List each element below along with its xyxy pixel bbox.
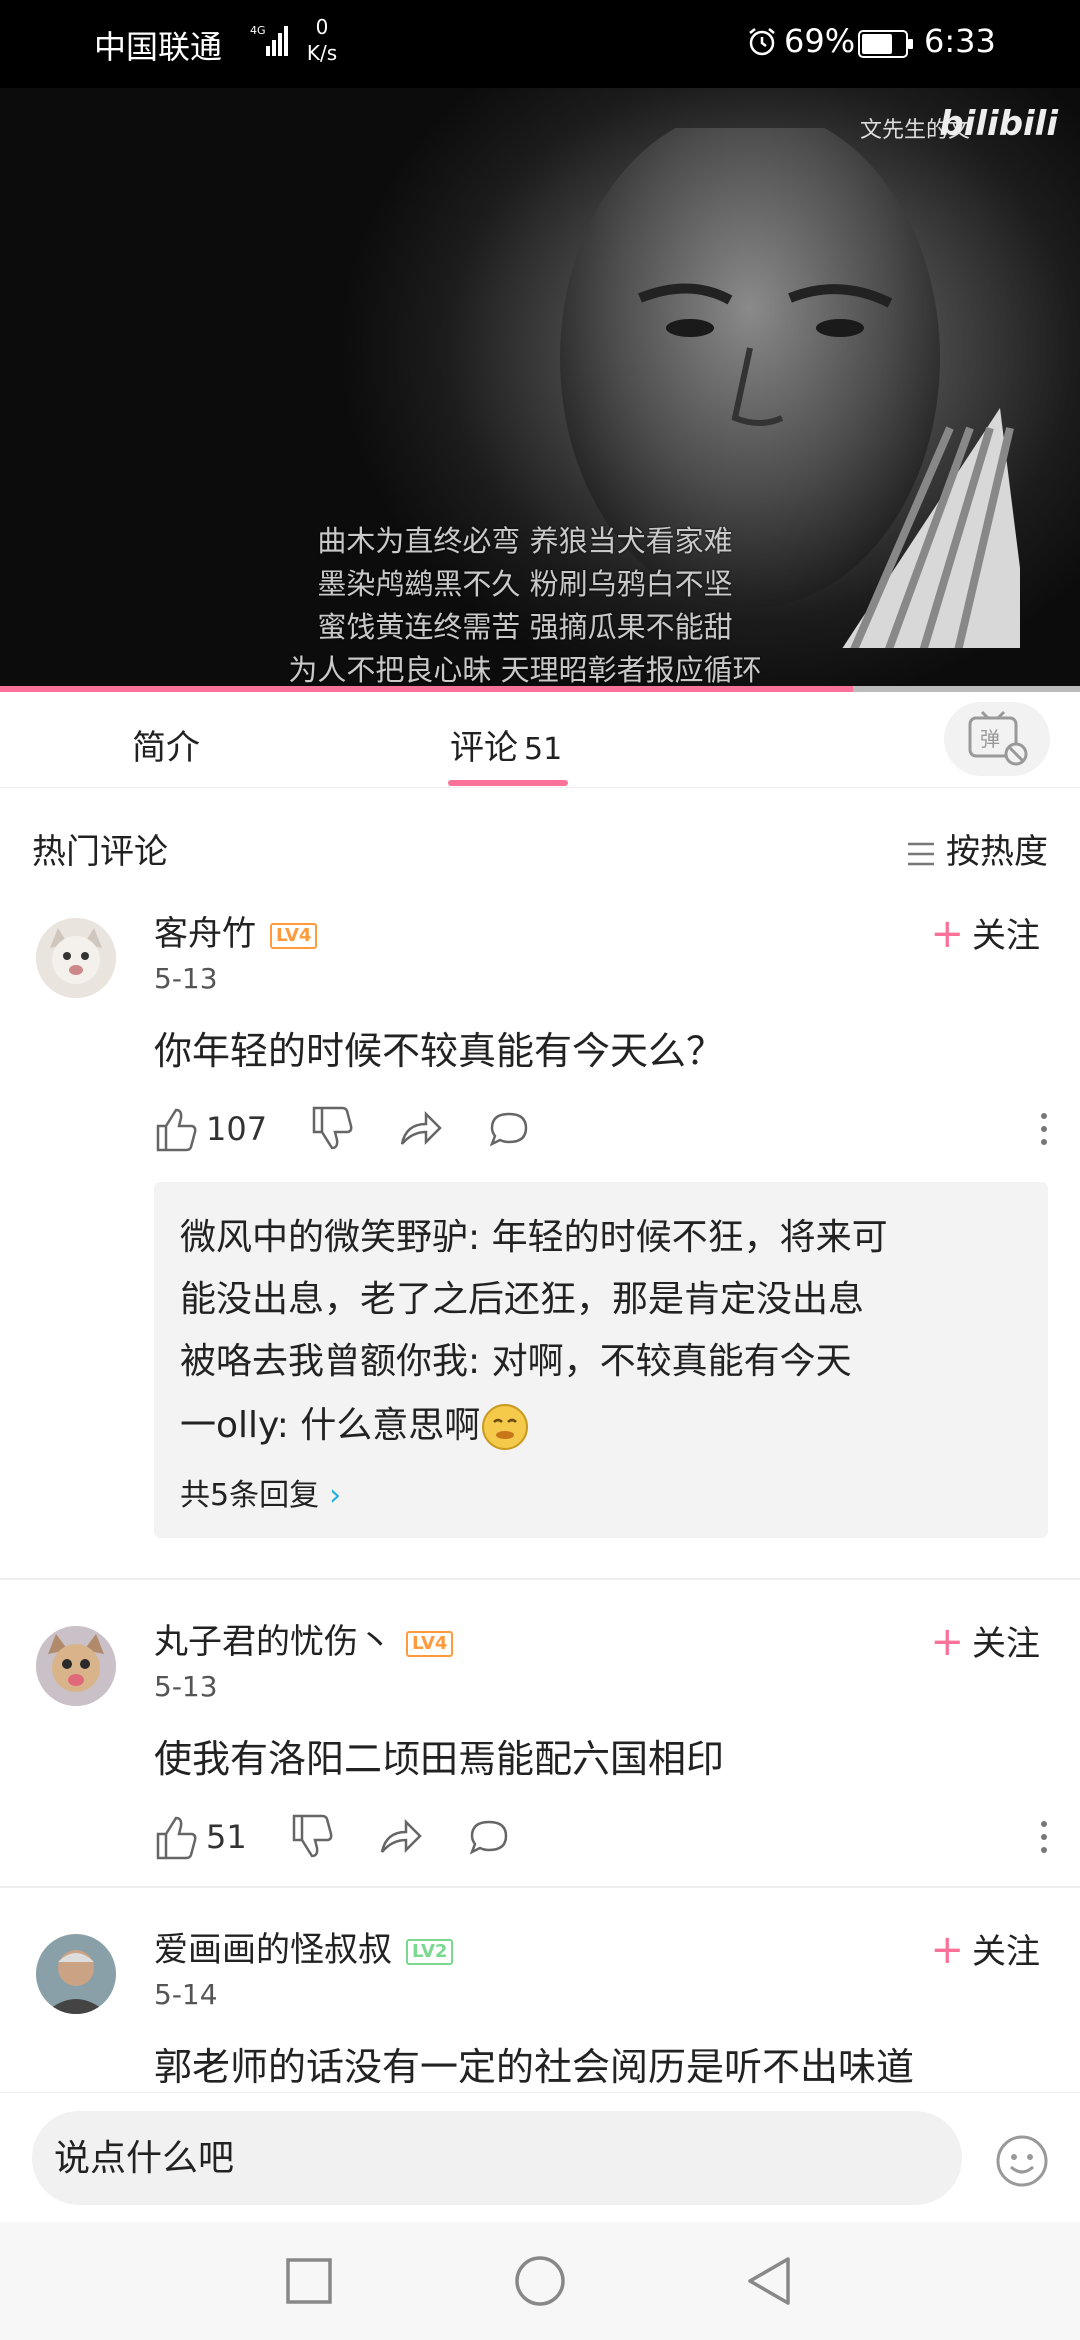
danmaku-toggle-button[interactable]: 弹 (944, 702, 1050, 776)
person-avatar-image (36, 1934, 116, 2014)
plus-icon: + (930, 911, 964, 957)
comment-username[interactable]: 丸子君的忧伤丶 LV4 (154, 1614, 454, 1663)
like-icon[interactable] (154, 1104, 198, 1154)
comment-date: 5-13 (154, 962, 218, 995)
reply-line: 微风中的微笑野驴: 年轻的时候不狂，将来可 (180, 1217, 888, 1258)
more-options-icon[interactable] (1034, 1104, 1054, 1154)
comment-text: 你年轻的时候不较真能有今天么？ (154, 1029, 725, 1073)
dislike-icon[interactable] (290, 1812, 334, 1862)
comment-item: 丸子君的忧伤丶 LV4 5-13 + 关注 使我有洛阳二顷田焉能配六国相印 51 (0, 1604, 1080, 1884)
sort-by-hot-button[interactable]: 按热度 (906, 824, 1048, 873)
sort-label: 按热度 (946, 832, 1048, 872)
avatar[interactable] (36, 1626, 116, 1706)
plus-icon: + (930, 1619, 964, 1665)
doge-emoji-icon (482, 1404, 529, 1450)
like-count: 107 (206, 1110, 268, 1148)
recents-square-icon[interactable] (282, 2254, 336, 2308)
subtitle-line: 曲木为直终必弯 养狼当犬看家难 (317, 524, 733, 558)
reply-icon[interactable] (486, 1104, 532, 1154)
cat-avatar-image (36, 918, 116, 998)
comment-username[interactable]: 客舟竹 LV4 (154, 906, 318, 955)
view-all-replies-link[interactable]: 共5条回复 › (180, 1470, 341, 1514)
comments-count: 51 (524, 732, 563, 767)
chevron-right-icon: › (329, 1478, 342, 1513)
tab-intro[interactable]: 简介 (132, 720, 200, 769)
reply-line: 被咯去我曾额你我: 对啊，不较真能有今天 (180, 1341, 852, 1382)
emoji-icon[interactable] (994, 2133, 1050, 2189)
follow-button[interactable]: + 关注 (930, 1616, 1040, 1665)
share-icon[interactable] (378, 1812, 424, 1862)
clock: 6:33 (924, 22, 996, 60)
plus-icon: + (930, 1927, 964, 1973)
tab-comments[interactable]: 评论 51 (450, 720, 562, 769)
cat-avatar-image (36, 1626, 116, 1706)
subtitle-line: 蜜饯黄连终需苦 强摘瓜果不能甜 (317, 610, 733, 644)
avatar[interactable] (36, 1934, 116, 2014)
comment-input-bar (0, 2092, 1080, 2222)
reply-icon[interactable] (466, 1812, 512, 1862)
video-subtitles: 曲木为直终必弯 养狼当犬看家难 墨染鸬鹚黑不久 粉刷乌鸦白不坚 蜜饯黄连终需苦 … (230, 520, 820, 692)
home-circle-icon[interactable] (513, 2254, 567, 2308)
danmaku-toggle-icon: 弹 (968, 710, 1028, 766)
svg-text:弹: 弹 (980, 727, 1000, 751)
system-nav-bar (0, 2222, 1080, 2340)
svg-text:4G: 4G (250, 24, 266, 37)
comment-actions: 107 (154, 1104, 1054, 1154)
like-icon[interactable] (154, 1812, 198, 1862)
comment-date: 5-14 (154, 1978, 218, 2011)
comment-item: 爱画画的怪叔叔 LV2 5-14 + 关注 郭老师的话没有一定的社会阅历是听不出味道 (0, 1912, 1080, 2092)
comment-username[interactable]: 爱画画的怪叔叔 LV2 (154, 1922, 454, 1971)
battery-icon (858, 30, 913, 58)
back-triangle-icon[interactable] (742, 2254, 796, 2308)
active-tab-indicator (448, 780, 568, 786)
comment-actions: 51 (154, 1812, 1054, 1862)
follow-button[interactable]: + 关注 (930, 908, 1040, 957)
tab-bar: 简介 评论 51 弹 (0, 692, 1080, 788)
signal-4g-icon: 4G (250, 24, 288, 56)
tab-comments-label: 评论 (450, 728, 518, 768)
more-options-icon[interactable] (1034, 1812, 1054, 1862)
comment-date: 5-13 (154, 1670, 218, 1703)
user-level-badge: LV4 (270, 922, 318, 949)
battery-percent: 69% (784, 22, 856, 60)
dislike-icon[interactable] (310, 1104, 354, 1154)
subtitle-line: 墨染鸬鹚黑不久 粉刷乌鸦白不坚 (317, 567, 733, 601)
comment-text: 郭老师的话没有一定的社会阅历是听不出味道 (154, 2045, 915, 2089)
comment-input[interactable] (32, 2111, 962, 2205)
video-player[interactable]: 文先生的文 bilibili 曲木为直终必弯 养狼当犬看家难 墨染鸬鹚黑不久 粉… (0, 88, 1080, 692)
network-speed: 0 K/s (306, 15, 338, 65)
divider (0, 1886, 1080, 1888)
share-icon[interactable] (398, 1104, 444, 1154)
avatar[interactable] (36, 918, 116, 998)
reply-preview-box[interactable]: 微风中的微笑野驴: 年轻的时候不狂，将来可 能没出息，老了之后还狂，那是肯定没出… (154, 1182, 1048, 1538)
like-count: 51 (206, 1818, 247, 1856)
carrier-label: 中国联通 (94, 28, 223, 66)
divider (0, 1578, 1080, 1580)
user-level-badge: LV2 (406, 1938, 454, 1965)
reply-line: 一olly: 什么意思啊 (180, 1396, 530, 1452)
alarm-icon (749, 28, 775, 56)
status-bar: 中国联通 4G 0 K/s 69% 6:33 (0, 0, 1080, 88)
follow-button[interactable]: + 关注 (930, 1924, 1040, 1973)
sort-list-icon (908, 842, 934, 865)
comment-text: 使我有洛阳二顷田焉能配六国相印 (154, 1737, 725, 1781)
hot-comments-header: 热门评论 按热度 (0, 800, 1080, 890)
hot-comments-title: 热门评论 (32, 832, 168, 872)
user-level-badge: LV4 (406, 1630, 454, 1657)
reply-line: 能没出息，老了之后还狂，那是肯定没出息 (180, 1279, 865, 1320)
bilibili-logo: bilibili (939, 104, 1058, 144)
